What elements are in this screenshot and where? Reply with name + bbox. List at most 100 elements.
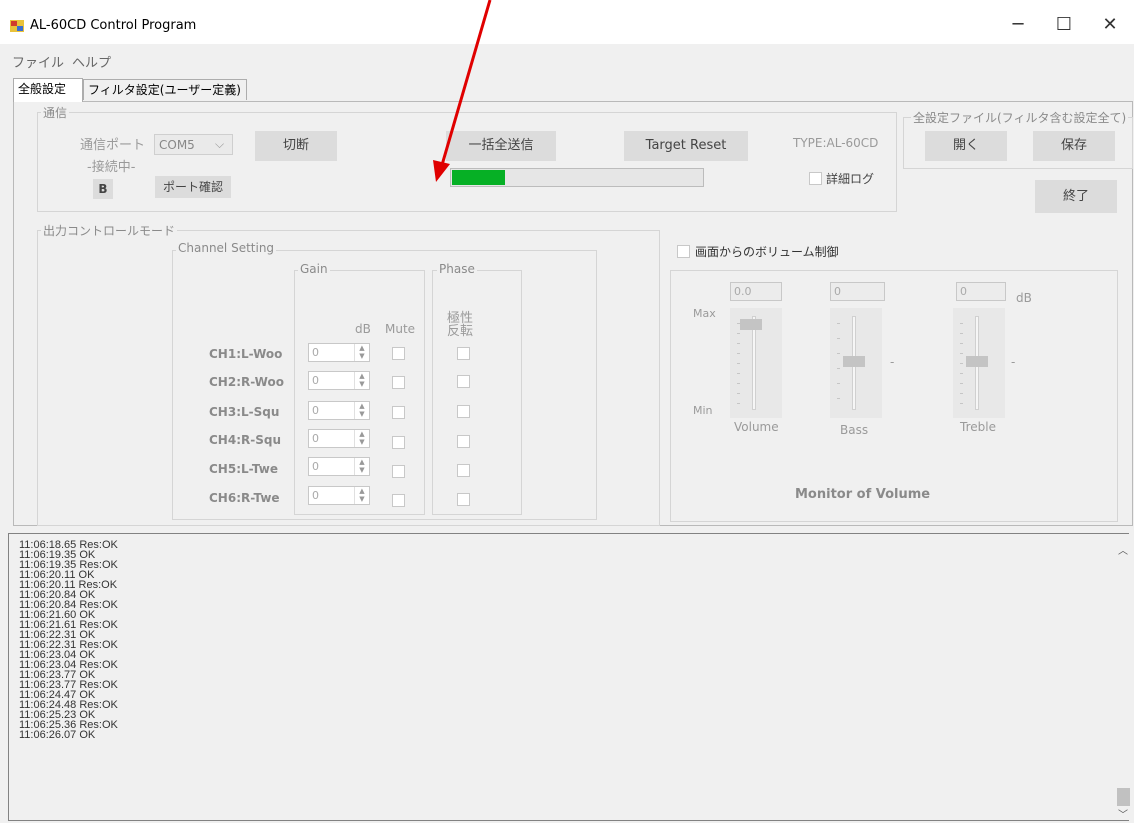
mute-header: Mute <box>385 322 416 336</box>
gain-value-3: 0 <box>312 404 319 417</box>
slider-tick <box>960 343 963 344</box>
port-select[interactable]: COM5 ⌵ <box>154 134 233 155</box>
mute-checkbox-4[interactable] <box>392 436 405 449</box>
channel-label-3: CH3:L-Squ <box>209 405 280 419</box>
gain-input-3[interactable]: 0 ▲ ▼ <box>308 401 370 420</box>
treble-value-field: 0 <box>956 282 1006 301</box>
mute-checkbox-3[interactable] <box>392 406 405 419</box>
b-badge: B <box>93 179 113 199</box>
disconnect-button[interactable]: 切断 <box>255 131 337 161</box>
gain-value-4: 0 <box>312 432 319 445</box>
log-line: 11:06:26.07 OK <box>19 729 96 741</box>
slider-tick <box>837 368 840 369</box>
log-lines: 11:06:18.65 Res:OK 11:06:19.35 OK 11:06:… <box>19 540 118 741</box>
bass-slider[interactable] <box>830 308 882 418</box>
gain-group <box>294 270 425 515</box>
port-select-value: COM5 <box>159 138 195 152</box>
volume-label: Volume <box>734 420 779 434</box>
slider-tick <box>960 403 963 404</box>
target-reset-button[interactable]: Target Reset <box>624 131 748 161</box>
slider-tick <box>960 393 963 394</box>
chevron-up-icon[interactable]: ︿ <box>1118 542 1128 557</box>
slider-tick <box>737 393 740 394</box>
max-label: Max <box>693 307 716 320</box>
slider-tick <box>737 343 740 344</box>
spin-arrows-icon[interactable]: ▲ ▼ <box>354 372 369 389</box>
phase-checkbox-6[interactable] <box>457 493 470 506</box>
slider-tick <box>960 363 963 364</box>
slider-tick <box>737 323 740 324</box>
treble-slider[interactable] <box>953 308 1005 418</box>
gain-input-4[interactable]: 0 ▲ ▼ <box>308 429 370 448</box>
slider-tick <box>960 383 963 384</box>
save-button[interactable]: 保存 <box>1033 131 1115 161</box>
close-button[interactable]: ✕ <box>1090 8 1130 42</box>
volume-value-field: 0.0 <box>730 282 782 301</box>
slider-tick <box>837 398 840 399</box>
menu-help[interactable]: ヘルプ <box>72 52 111 71</box>
port-label: 通信ポート <box>80 138 146 153</box>
slider-tick <box>737 373 740 374</box>
tab-general-settings[interactable]: 全般設定 <box>13 78 83 102</box>
spin-arrows-icon[interactable]: ▲ ▼ <box>354 458 369 475</box>
slider-tick <box>837 383 840 384</box>
phase-checkbox-5[interactable] <box>457 464 470 477</box>
chevron-down-icon: ⌵ <box>215 137 225 151</box>
treble-label: Treble <box>960 420 996 434</box>
exit-button[interactable]: 終了 <box>1035 180 1117 213</box>
volume-control-label: 画面からのボリューム制御 <box>695 245 839 259</box>
mute-checkbox-6[interactable] <box>392 494 405 507</box>
scrollbar-thumb[interactable] <box>1117 788 1130 806</box>
app-icon <box>10 20 24 32</box>
channel-label-4: CH4:R-Squ <box>209 433 281 447</box>
volume-control-checkbox[interactable] <box>677 245 690 258</box>
slider-tick <box>737 333 740 334</box>
treble-dash: - <box>1011 355 1016 369</box>
spin-arrows-icon[interactable]: ▲ ▼ <box>354 487 369 504</box>
detail-log-checkbox[interactable] <box>809 172 822 185</box>
slider-tick <box>737 403 740 404</box>
gain-input-5[interactable]: 0 ▲ ▼ <box>308 457 370 476</box>
phase-checkbox-1[interactable] <box>457 347 470 360</box>
mute-checkbox-1[interactable] <box>392 347 405 360</box>
slider-tick <box>960 333 963 334</box>
volume-slider-track <box>752 316 756 410</box>
bass-slider-thumb[interactable] <box>843 356 865 367</box>
slider-tick <box>960 373 963 374</box>
mute-checkbox-2[interactable] <box>392 376 405 389</box>
gain-input-1[interactable]: 0 ▲ ▼ <box>308 343 370 362</box>
spin-arrows-icon[interactable]: ▲ ▼ <box>354 344 369 361</box>
gain-input-6[interactable]: 0 ▲ ▼ <box>308 486 370 505</box>
port-check-button[interactable]: ポート確認 <box>155 176 231 198</box>
maximize-button[interactable]: ☐ <box>1044 8 1084 42</box>
phase-checkbox-3[interactable] <box>457 405 470 418</box>
menu-bar <box>0 44 1134 74</box>
db-header: dB <box>355 322 371 336</box>
channel-label-6: CH6:R-Twe <box>209 491 280 505</box>
treble-slider-thumb[interactable] <box>966 356 988 367</box>
slider-tick <box>960 323 963 324</box>
spin-arrows-icon[interactable]: ▲ ▼ <box>354 430 369 447</box>
volume-slider-thumb[interactable] <box>740 319 762 330</box>
file-group-label: 全設定ファイル(フィルタ含む設定全て) <box>911 109 1129 126</box>
channel-label-1: CH1:L-Woo <box>209 347 283 361</box>
menu-file[interactable]: ファイル <box>12 52 64 71</box>
gain-input-2[interactable]: 0 ▲ ▼ <box>308 371 370 390</box>
gain-value-5: 0 <box>312 460 319 473</box>
output-group-label: 出力コントロールモード <box>41 222 178 239</box>
volume-slider[interactable] <box>730 308 782 418</box>
mute-checkbox-5[interactable] <box>392 465 405 478</box>
spin-arrows-icon[interactable]: ▲ ▼ <box>354 402 369 419</box>
phase-checkbox-4[interactable] <box>457 435 470 448</box>
slider-tick <box>737 383 740 384</box>
bass-dash: - <box>890 355 895 369</box>
chevron-down-icon[interactable]: ﹀ <box>1118 806 1128 821</box>
gain-value-2: 0 <box>312 374 319 387</box>
tab-filter-settings[interactable]: フィルタ設定(ユーザー定義) <box>83 79 247 100</box>
log-scrollbar[interactable]: ︿ ﹀ <box>1115 534 1132 821</box>
phase-header-2: 反転 <box>447 324 474 339</box>
open-button[interactable]: 開く <box>925 131 1007 161</box>
log-textbox[interactable]: 11:06:18.65 Res:OK 11:06:19.35 OK 11:06:… <box>8 533 1129 821</box>
phase-checkbox-2[interactable] <box>457 375 470 388</box>
minimize-button[interactable]: ─ <box>998 8 1038 42</box>
